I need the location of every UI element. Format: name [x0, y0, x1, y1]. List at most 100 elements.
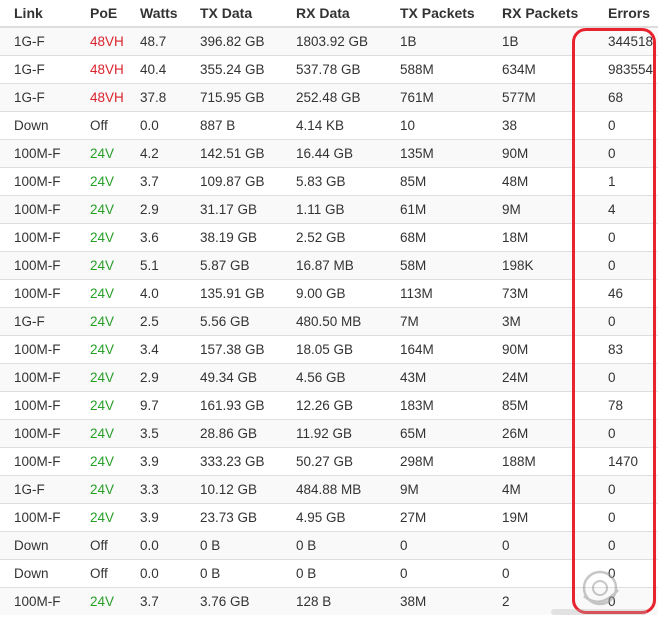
cell-tx-data: 333.23 GB	[186, 447, 282, 476]
table-row: Down Off 0.0 0 B0 B000	[0, 559, 658, 588]
cell-poe: 24V	[76, 335, 126, 364]
table-row: 100M-F 24V 3.6 38.19 GB 2.52 GB 68M 18M 0	[0, 223, 658, 252]
cell-tx-data: 0 B	[186, 531, 282, 560]
cell-rx-packets: 9M	[488, 195, 594, 224]
cell-watts: 2.9	[126, 363, 186, 392]
cell-tx-packets: 58M	[386, 251, 488, 280]
cell-tx-packets: 588M	[386, 55, 488, 84]
cell-rx-packets: 4M	[488, 475, 594, 504]
table-row: 100M-F 24V 3.5 28.86 GB 11.92 GB 65M 26M 0	[0, 419, 658, 448]
cell-rx-data: 9.00 GB	[282, 279, 386, 308]
cell-rx-packets: 2	[488, 587, 594, 615]
cell-watts: 3.4	[126, 335, 186, 364]
table-row: 1G-F 24V 2.5 5.56 GB 480.50 MB 7M 3M 0	[0, 307, 658, 336]
cell-watts: 5.1	[126, 251, 186, 280]
cell-tx-packets: 761M	[386, 83, 488, 112]
cell-tx-packets: 183M	[386, 391, 488, 420]
cell-link: 100M-F	[0, 195, 76, 224]
cell-link: Down	[0, 559, 76, 588]
cell-rx-packets: 634M	[488, 55, 594, 84]
table-row: Down Off 0.0 887 B 4.14 KB 10 38 0	[0, 111, 658, 140]
cell-watts: 3.6	[126, 223, 186, 252]
cell-rx-packets: 26M	[488, 419, 594, 448]
cell-tx-packets: 68M	[386, 223, 488, 252]
header-tx-data[interactable]: TX Data	[186, 0, 282, 28]
cell-link: 100M-F	[0, 279, 76, 308]
cell-poe: 24V	[76, 475, 126, 504]
cell-rx-packets: 18M	[488, 223, 594, 252]
cell-link: 100M-F	[0, 167, 76, 196]
table-row: 100M-F 24V 4.2 142.51 GB 16.44 GB 135M 90M 0	[0, 139, 658, 168]
cell-link: 100M-F	[0, 419, 76, 448]
cell-watts: 2.9	[126, 195, 186, 224]
cell-tx-data: 355.24 GB	[186, 55, 282, 84]
cell-rx-data: 4.14 KB	[282, 111, 386, 140]
table-row: 100M-F 24V 3.4 157.38 GB 18.05 GB 164M 90M 83	[0, 335, 658, 364]
cell-link: Down	[0, 531, 76, 560]
cell-link: 1G-F	[0, 55, 76, 84]
cell-rx-data: 50.27 GB	[282, 447, 386, 476]
table-row: 100M-F 24V 4.0 135.91 GB 9.00 GB 113M 73M 46	[0, 279, 658, 308]
header-link[interactable]: Link	[0, 0, 76, 28]
header-rx-data[interactable]: RX Data	[282, 0, 386, 28]
cell-rx-packets: 19M	[488, 503, 594, 532]
cell-tx-packets: 9M	[386, 475, 488, 504]
cell-tx-packets: 135M	[386, 139, 488, 168]
header-tx-packets[interactable]: TX Packets	[386, 0, 488, 28]
cell-tx-packets: 61M	[386, 195, 488, 224]
cell-rx-data: 128 B	[282, 587, 386, 615]
cell-watts: 3.5	[126, 419, 186, 448]
cell-link: Down	[0, 111, 76, 140]
cell-link: 100M-F	[0, 139, 76, 168]
cell-link: 100M-F	[0, 447, 76, 476]
cell-tx-packets: 27M	[386, 503, 488, 532]
cell-link: 1G-F	[0, 475, 76, 504]
cell-watts: 4.2	[126, 139, 186, 168]
cell-rx-data: 484.88 MB	[282, 475, 386, 504]
port-stats-table: Link PoE Watts TX Data RX Data TX Packet…	[0, 0, 658, 615]
header-rx-packets[interactable]: RX Packets	[488, 0, 594, 28]
header-poe[interactable]: PoE	[76, 0, 126, 28]
header-errors[interactable]: Errors	[594, 0, 658, 28]
cell-rx-data: 11.92 GB	[282, 419, 386, 448]
cell-poe: 24V	[76, 167, 126, 196]
cell-errors: 0	[594, 307, 658, 336]
cell-watts: 3.7	[126, 587, 186, 615]
table-row: 100M-F 24V 3.7 109.87 GB 5.83 GB 85M 48M 1	[0, 167, 658, 196]
table-row: 1G-F 48VH 48.7 396.82 GB 1803.92 GB 1B 1B 34451…	[0, 26, 658, 56]
cell-watts: 37.8	[126, 83, 186, 112]
cell-watts: 40.4	[126, 55, 186, 84]
cell-link: 100M-F	[0, 363, 76, 392]
table-row: 100M-F 24V 3.7 3.76 GB 128 B 38M 2 0	[0, 587, 658, 615]
cell-tx-data: 31.17 GB	[186, 195, 282, 224]
cell-poe: 24V	[76, 251, 126, 280]
cell-watts: 3.3	[126, 475, 186, 504]
cell-rx-data: 1803.92 GB	[282, 26, 386, 56]
cell-errors: 344518	[594, 26, 658, 56]
cell-rx-packets: 90M	[488, 335, 594, 364]
cell-tx-data: 157.38 GB	[186, 335, 282, 364]
cell-rx-data: 2.52 GB	[282, 223, 386, 252]
cell-errors: 68	[594, 83, 658, 112]
cell-tx-data: 396.82 GB	[186, 26, 282, 56]
cell-rx-packets: 90M	[488, 139, 594, 168]
cell-errors: 0	[594, 587, 658, 615]
cell-tx-data: 0 B	[186, 559, 282, 588]
cell-rx-packets: 85M	[488, 391, 594, 420]
table-row: 100M-F 24V 9.7 161.93 GB 12.26 GB 183M 85M 78	[0, 391, 658, 420]
cell-link: 100M-F	[0, 391, 76, 420]
cell-errors: 78	[594, 391, 658, 420]
cell-link: 100M-F	[0, 335, 76, 364]
cell-link: 100M-F	[0, 251, 76, 280]
table-row: 1G-F 48VH 37.8 715.95 GB 252.48 GB 761M 577M 68	[0, 83, 658, 112]
cell-rx-data: 16.44 GB	[282, 139, 386, 168]
table-header-row: Link PoE Watts TX Data RX Data TX Packet…	[0, 0, 658, 28]
cell-rx-data: 537.78 GB	[282, 55, 386, 84]
cell-poe: 24V	[76, 223, 126, 252]
cell-errors: 0	[594, 139, 658, 168]
cell-tx-packets: 298M	[386, 447, 488, 476]
cell-poe: 24V	[76, 587, 126, 615]
cell-rx-packets: 198K	[488, 251, 594, 280]
header-watts[interactable]: Watts	[126, 0, 186, 28]
table-row: 100M-F 24V 3.9 23.73 GB 4.95 GB 27M 19M 0	[0, 503, 658, 532]
